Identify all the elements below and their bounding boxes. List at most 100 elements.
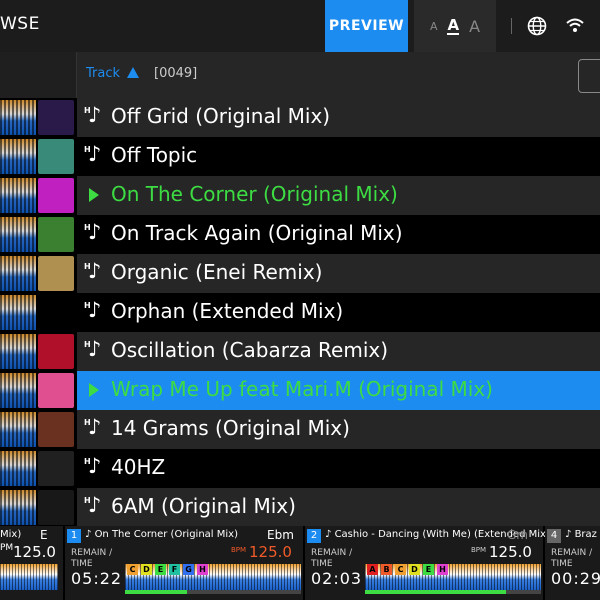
- track-waveform-thumb: [0, 217, 36, 252]
- globe-icon[interactable]: [527, 16, 547, 36]
- hi-res-note-icon: H ♪: [84, 298, 102, 322]
- hi-res-note-icon: H ♪: [84, 103, 102, 127]
- cue-marker: C: [127, 564, 138, 575]
- sort-ascending-icon[interactable]: [127, 67, 139, 78]
- deck-bpm: 125.0: [249, 543, 292, 561]
- deck-time: 02:03: [311, 569, 363, 588]
- track-row[interactable]: H ♪ Orphan (Extended Mix): [0, 293, 600, 332]
- cue-marker: F: [169, 564, 180, 575]
- cue-marker: C: [395, 564, 406, 575]
- track-row[interactable]: H ♪ 40HZ: [0, 449, 600, 488]
- track-list: H ♪ Off Grid (Original Mix) H ♪ Off Topic On T…: [0, 98, 600, 527]
- track-row[interactable]: H ♪ On Track Again (Original Mix): [0, 215, 600, 254]
- font-size-selector[interactable]: A A A: [414, 0, 496, 52]
- browse-title: WSE: [0, 14, 40, 34]
- dark-art: [38, 412, 74, 447]
- playing-icon: [89, 383, 99, 397]
- track-title: Orphan (Extended Mix): [111, 299, 344, 323]
- cue-marker: E: [423, 564, 434, 575]
- top-bar: WSE PREVIEW A A A: [0, 0, 600, 52]
- track-waveform-thumb: [0, 178, 36, 213]
- hi-res-note-icon: H ♪: [84, 454, 102, 478]
- deck-key: Gm: [507, 528, 528, 542]
- track-waveform-thumb: [0, 295, 36, 330]
- track-waveform-thumb: [0, 100, 36, 135]
- deck-title: Mix): [0, 529, 22, 540]
- column-header: Track [0049]: [0, 52, 600, 98]
- deck-remain-text: REMAIN /: [551, 548, 593, 558]
- deck-key: Ebm: [267, 528, 294, 542]
- cue-marker: D: [409, 564, 420, 575]
- hi-res-note-icon: H ♪: [84, 142, 102, 166]
- trx-art: [38, 490, 74, 525]
- palm-art: [38, 139, 74, 174]
- deck-partial-left[interactable]: Mix) E PM 125.0: [0, 526, 65, 600]
- track-waveform-thumb: [0, 139, 36, 174]
- pattern-art: [38, 373, 74, 408]
- track-title: Organic (Enei Remix): [111, 260, 323, 284]
- font-size-small[interactable]: A: [430, 20, 438, 33]
- track-title: Wrap Me Up feat Mari.M (Original Mix): [111, 377, 493, 401]
- track-title: 14 Grams (Original Mix): [111, 416, 350, 440]
- preview-button[interactable]: PREVIEW: [325, 0, 408, 52]
- column-header-art-area: [0, 52, 77, 98]
- deck-number: 4: [547, 529, 561, 543]
- deck-remain-label: REMAIN / TIME: [311, 548, 352, 570]
- z-logo-art: [38, 295, 74, 330]
- deck-remain-text: REMAIN /: [311, 548, 353, 558]
- menu-button[interactable]: [578, 59, 600, 93]
- hi-res-note-icon: H ♪: [84, 415, 102, 439]
- deck-1[interactable]: 1 ♪ On The Corner (Original Mix) Ebm REM…: [65, 526, 305, 600]
- deck-bpm-label: BPM: [471, 546, 487, 554]
- deck-time: 05:22: [71, 569, 123, 588]
- deck-time-label: TIME: [551, 559, 573, 569]
- track-waveform-thumb: [0, 490, 36, 525]
- deck-title: ♪ Braz: [565, 529, 597, 540]
- track-row[interactable]: H ♪ Off Grid (Original Mix): [0, 98, 600, 137]
- hi-res-note-icon: H ♪: [84, 493, 102, 517]
- track-row[interactable]: On The Corner (Original Mix): [0, 176, 600, 215]
- cue-marker: H: [437, 564, 448, 575]
- cue-marker: D: [141, 564, 152, 575]
- playing-icon: [89, 188, 99, 202]
- track-title: Off Grid (Original Mix): [111, 104, 331, 128]
- deck-title: ♪ On The Corner (Original Mix): [85, 529, 238, 540]
- deck-number: 1: [67, 529, 81, 543]
- deck-bpm: 125.0: [489, 543, 532, 561]
- track-row[interactable]: H ♪ Oscillation (Cabarza Remix): [0, 332, 600, 371]
- deck-bpm-prefix: PM: [0, 543, 14, 553]
- cue-marker: B: [381, 564, 392, 575]
- track-row[interactable]: H ♪ Off Topic: [0, 137, 600, 176]
- font-size-large[interactable]: A: [469, 17, 480, 36]
- font-size-medium[interactable]: A: [447, 17, 460, 35]
- hi-res-note-icon: H ♪: [84, 259, 102, 283]
- track-waveform-thumb: [0, 334, 36, 369]
- deck-4[interactable]: 4 ♪ Braz REMAIN / TIME 00:29: [545, 526, 600, 600]
- track-title: On Track Again (Original Mix): [111, 221, 403, 245]
- track-waveform-thumb: [0, 373, 36, 408]
- track-title: 40HZ: [111, 455, 166, 479]
- track-row[interactable]: H ♪ 6AM (Original Mix): [0, 488, 600, 527]
- up-logo-art: [38, 334, 74, 369]
- deck-remain-label: REMAIN / TIME: [71, 548, 112, 570]
- track-row[interactable]: H ♪ Organic (Enei Remix): [0, 254, 600, 293]
- deck-progress: [125, 590, 301, 594]
- cue-marker: A: [367, 564, 378, 575]
- deck-strip: Mix) E PM 125.0 1 ♪ On The Corner (Origi…: [0, 526, 600, 600]
- track-title: Off Topic: [111, 143, 198, 167]
- deck-time-label: TIME: [71, 559, 93, 569]
- cue-marker: H: [197, 564, 208, 575]
- deck-title-text: On The Corner (Original Mix): [94, 529, 238, 540]
- sort-column-label[interactable]: Track: [86, 66, 120, 81]
- deck-progress-fill: [125, 590, 187, 594]
- wifi-icon[interactable]: [566, 17, 584, 33]
- deck-remain-label: REMAIN / TIME: [551, 548, 592, 570]
- track-count: [0049]: [154, 66, 198, 81]
- track-waveform-thumb: [0, 412, 36, 447]
- track-waveform-thumb: [0, 451, 36, 486]
- deck-2[interactable]: 2 ♪ Cashio - Dancing (With Me) (Extended…: [305, 526, 550, 600]
- track-row[interactable]: Wrap Me Up feat Mari.M (Original Mix): [0, 371, 600, 410]
- track-title: Oscillation (Cabarza Remix): [111, 338, 389, 362]
- track-row[interactable]: H ♪ 14 Grams (Original Mix): [0, 410, 600, 449]
- deck-progress: [365, 590, 541, 594]
